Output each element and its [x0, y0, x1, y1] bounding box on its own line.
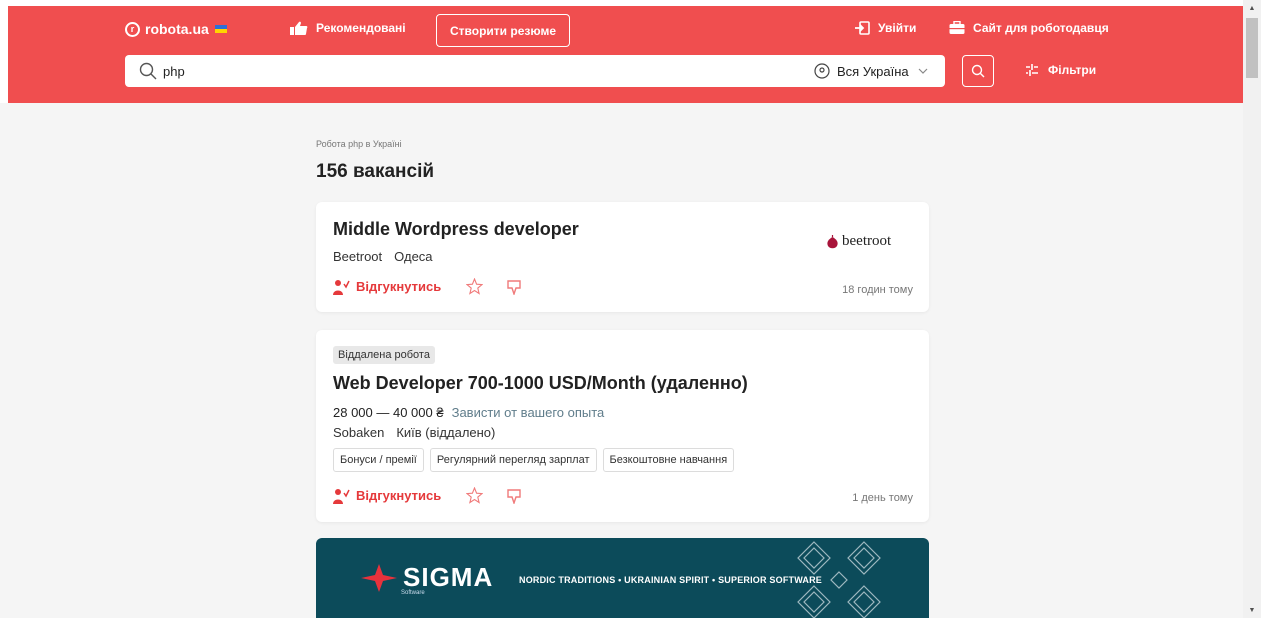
star-icon[interactable]: [466, 278, 484, 295]
scroll-thumb[interactable]: [1246, 18, 1258, 78]
benefit-tags: Бонуси / премії Регулярний перегляд зарп…: [333, 448, 740, 472]
star-icon[interactable]: [466, 487, 484, 504]
ukraine-flag-icon: [214, 25, 227, 33]
search-input[interactable]: [163, 60, 723, 82]
job-title[interactable]: Middle Wordpress developer: [333, 219, 579, 240]
company-name: Beetroot: [333, 249, 383, 264]
apply-button[interactable]: Відгукнутись: [333, 279, 441, 295]
apply-button[interactable]: Відгукнутись: [333, 488, 441, 504]
search-bar: Вся Україна: [125, 55, 945, 87]
dislike-icon[interactable]: [506, 488, 522, 504]
breadcrumb: Робота php в Україні: [316, 139, 402, 149]
site-header: r robota.ua Рекомендовані Створити резюм…: [8, 6, 1243, 103]
login-icon: [855, 21, 870, 35]
company-name: Sobaken: [333, 425, 385, 440]
job-actions: Відгукнутись: [333, 278, 522, 295]
job-card[interactable]: Віддалена робота Web Developer 700-1000 …: [316, 330, 929, 522]
logo-text: robota.ua: [145, 21, 209, 37]
ornament-pattern-icon: [797, 541, 881, 618]
remote-badge: Віддалена робота: [333, 346, 435, 364]
search-icon: [971, 64, 985, 78]
apply-icon: [333, 279, 350, 295]
benefit-tag: Безкоштовне навчання: [602, 448, 735, 472]
salary-note: Зависти от вашего опыта: [451, 405, 605, 420]
login-label: Увійти: [878, 21, 917, 35]
company-logo-text: beetroot: [842, 233, 892, 249]
job-card[interactable]: Middle Wordpress developer Beetroot Одес…: [316, 202, 929, 312]
apply-label: Відгукнутись: [356, 279, 442, 294]
salary: 28 000 — 40 000 ₴ Зависти от вашего опыт…: [333, 405, 604, 420]
logo-icon: r: [125, 21, 140, 37]
employer-label: Сайт для роботодавця: [973, 21, 1109, 35]
job-city: Одеса: [394, 249, 433, 264]
job-meta: Sobaken Київ (віддалено): [333, 425, 495, 440]
filters-button[interactable]: Фільтри: [1024, 62, 1096, 78]
benefit-tag: Бонуси / премії: [333, 448, 424, 472]
main-content: Робота php в Україні 156 вакансій Middle…: [0, 103, 1243, 618]
company-logo: beetroot: [826, 233, 891, 250]
sigma-brand: SIGMA: [403, 562, 494, 592]
dislike-icon[interactable]: [506, 279, 522, 295]
thumbs-up-icon: [290, 21, 308, 35]
job-city: Київ (віддалено): [396, 425, 496, 440]
recommended-link[interactable]: Рекомендовані: [290, 21, 406, 35]
create-cv-button[interactable]: Створити резюме: [436, 14, 570, 47]
scroll-up-arrow-icon[interactable]: ▲: [1243, 0, 1261, 16]
filters-label: Фільтри: [1048, 63, 1097, 77]
sigma-logo: SIGMA: [361, 562, 493, 593]
banner-slogan: NORDIC TRADITIONS • UKRAINIAN SPIRIT • S…: [519, 575, 823, 585]
scroll-down-arrow-icon[interactable]: ▼: [1243, 602, 1261, 618]
beetroot-logo-icon: [827, 234, 838, 248]
search-icon: [139, 62, 157, 80]
apply-label: Відгукнутись: [356, 488, 442, 503]
site-logo[interactable]: r robota.ua: [125, 21, 227, 37]
location-value: Вся Україна: [837, 63, 909, 79]
sigma-subtitle: Software: [401, 590, 425, 596]
location-select[interactable]: Вся Україна: [814, 55, 928, 87]
benefit-tag: Регулярний перегляд зарплат: [429, 448, 597, 472]
job-title[interactable]: Web Developer 700-1000 USD/Month (удален…: [333, 373, 748, 394]
salary-range: 28 000 — 40 000 ₴: [333, 405, 444, 420]
filters-icon: [1026, 64, 1038, 76]
briefcase-icon: [949, 21, 965, 34]
location-pin-icon: [814, 63, 830, 79]
search-button[interactable]: [962, 55, 994, 87]
apply-icon: [333, 488, 350, 504]
posted-time: 18 годин тому: [842, 284, 913, 296]
chevron-down-icon: [918, 68, 928, 74]
job-actions: Відгукнутись: [333, 487, 522, 504]
sigma-star-icon: [361, 563, 397, 592]
posted-time: 1 день тому: [852, 492, 913, 504]
job-meta: Beetroot Одеса: [333, 249, 433, 264]
page-scrollbar[interactable]: ▲ ▼: [1243, 0, 1261, 618]
employer-site-link[interactable]: Сайт для роботодавця: [949, 21, 1109, 35]
login-link[interactable]: Увійти: [854, 21, 916, 35]
vacancy-count-title: 156 вакансій: [316, 161, 435, 182]
sigma-ad-banner[interactable]: SIGMA Software NORDIC TRADITIONS • UKRAI…: [316, 538, 929, 618]
recommended-label: Рекомендовані: [316, 21, 406, 35]
